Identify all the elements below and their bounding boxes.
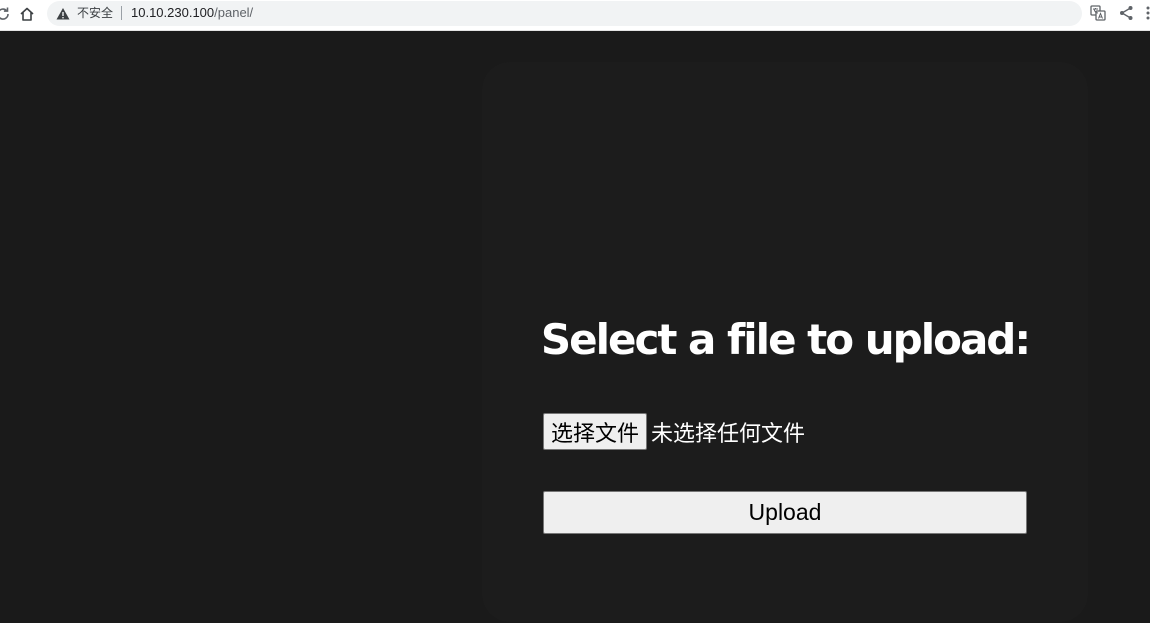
address-bar-divider: [121, 6, 122, 20]
url-text[interactable]: 10.10.230.100/panel/: [131, 5, 253, 21]
more-icon[interactable]: [1144, 5, 1150, 21]
warning-icon[interactable]: [56, 6, 70, 20]
no-file-chosen-text: 未选择任何文件: [651, 421, 806, 447]
file-input[interactable]: 选择文件 未选择任何文件: [543, 413, 805, 450]
upload-title: Select a file to upload:: [540, 315, 1031, 364]
upload-button[interactable]: Upload: [543, 491, 1027, 534]
reload-icon[interactable]: [0, 3, 14, 25]
share-icon[interactable]: [1119, 5, 1134, 21]
browser-toolbar: 不安全 10.10.230.100/panel/: [0, 0, 1150, 31]
url-path: /panel/: [214, 5, 254, 20]
choose-file-button[interactable]: 选择文件: [543, 413, 648, 450]
url-host: 10.10.230.100: [131, 5, 215, 20]
translate-icon[interactable]: [1090, 5, 1106, 21]
address-bar[interactable]: 不安全 10.10.230.100/panel/: [47, 1, 1082, 26]
security-status-label[interactable]: 不安全: [77, 6, 113, 20]
home-icon[interactable]: [16, 3, 38, 25]
